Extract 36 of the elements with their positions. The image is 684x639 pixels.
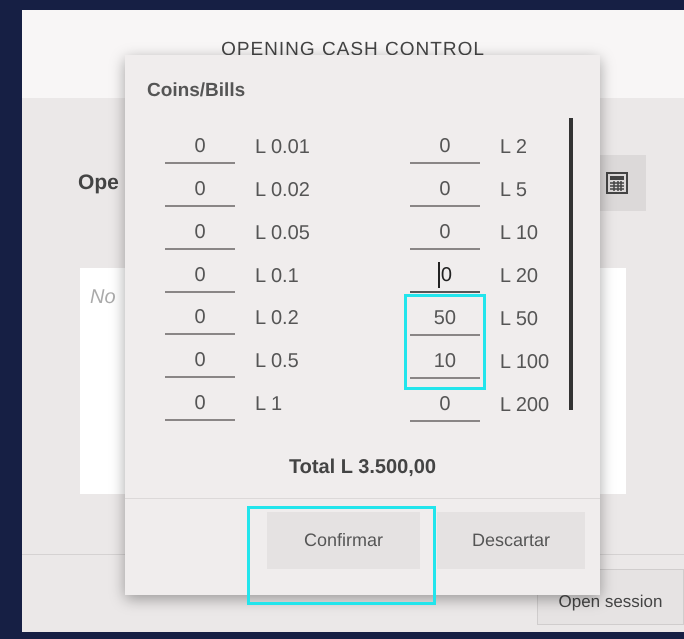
denomination-label: L 10: [500, 221, 538, 246]
amount-field[interactable]: 0: [165, 258, 235, 292]
amount-field[interactable]: 0: [165, 301, 235, 336]
amount-field[interactable]: 0: [410, 388, 480, 422]
calculator-icon: [606, 172, 628, 194]
amount-field[interactable]: 10: [410, 345, 480, 379]
denomination-label: L 0.5: [255, 349, 299, 374]
popup-title: Coins/Bills: [147, 79, 246, 103]
denomination-label: L 0.2: [255, 306, 299, 332]
scrollbar[interactable]: [569, 118, 574, 410]
discard-button[interactable]: Descartar: [437, 512, 585, 568]
denomination-label: L 0.1: [255, 264, 299, 288]
total-amount: Total L 3.500,00: [288, 454, 436, 480]
amount-field[interactable]: 0: [165, 344, 235, 378]
amount-field[interactable]: 0: [165, 130, 235, 164]
amount-field[interactable]: 50: [410, 302, 480, 336]
denomination-label: L 0.01: [255, 134, 310, 160]
denomination-label: L 0.02: [255, 178, 310, 203]
amount-field[interactable]: 0: [410, 259, 480, 293]
denomination-label: L 20: [500, 264, 538, 289]
amount-field[interactable]: 0: [410, 130, 480, 164]
denomination-label: L 5: [500, 178, 527, 203]
dialog-title: OPENING CASH CONTROL: [221, 38, 485, 62]
denomination-label: L 100: [500, 350, 550, 375]
amount-field[interactable]: 0: [165, 216, 235, 250]
denomination-label: L 50: [500, 307, 538, 332]
amount-field[interactable]: 0: [165, 387, 235, 422]
section-heading: Ope: [78, 170, 119, 196]
amount-field[interactable]: 0: [410, 173, 480, 207]
denomination-label: L 0.05: [255, 220, 310, 246]
confirm-button[interactable]: Confirmar: [267, 512, 420, 568]
amount-field[interactable]: 0: [410, 216, 480, 250]
denomination-label: L 1: [255, 392, 282, 418]
denomination-label: L 200: [500, 393, 550, 418]
amount-field[interactable]: 0: [165, 172, 235, 207]
denomination-label: L 2: [500, 135, 527, 160]
